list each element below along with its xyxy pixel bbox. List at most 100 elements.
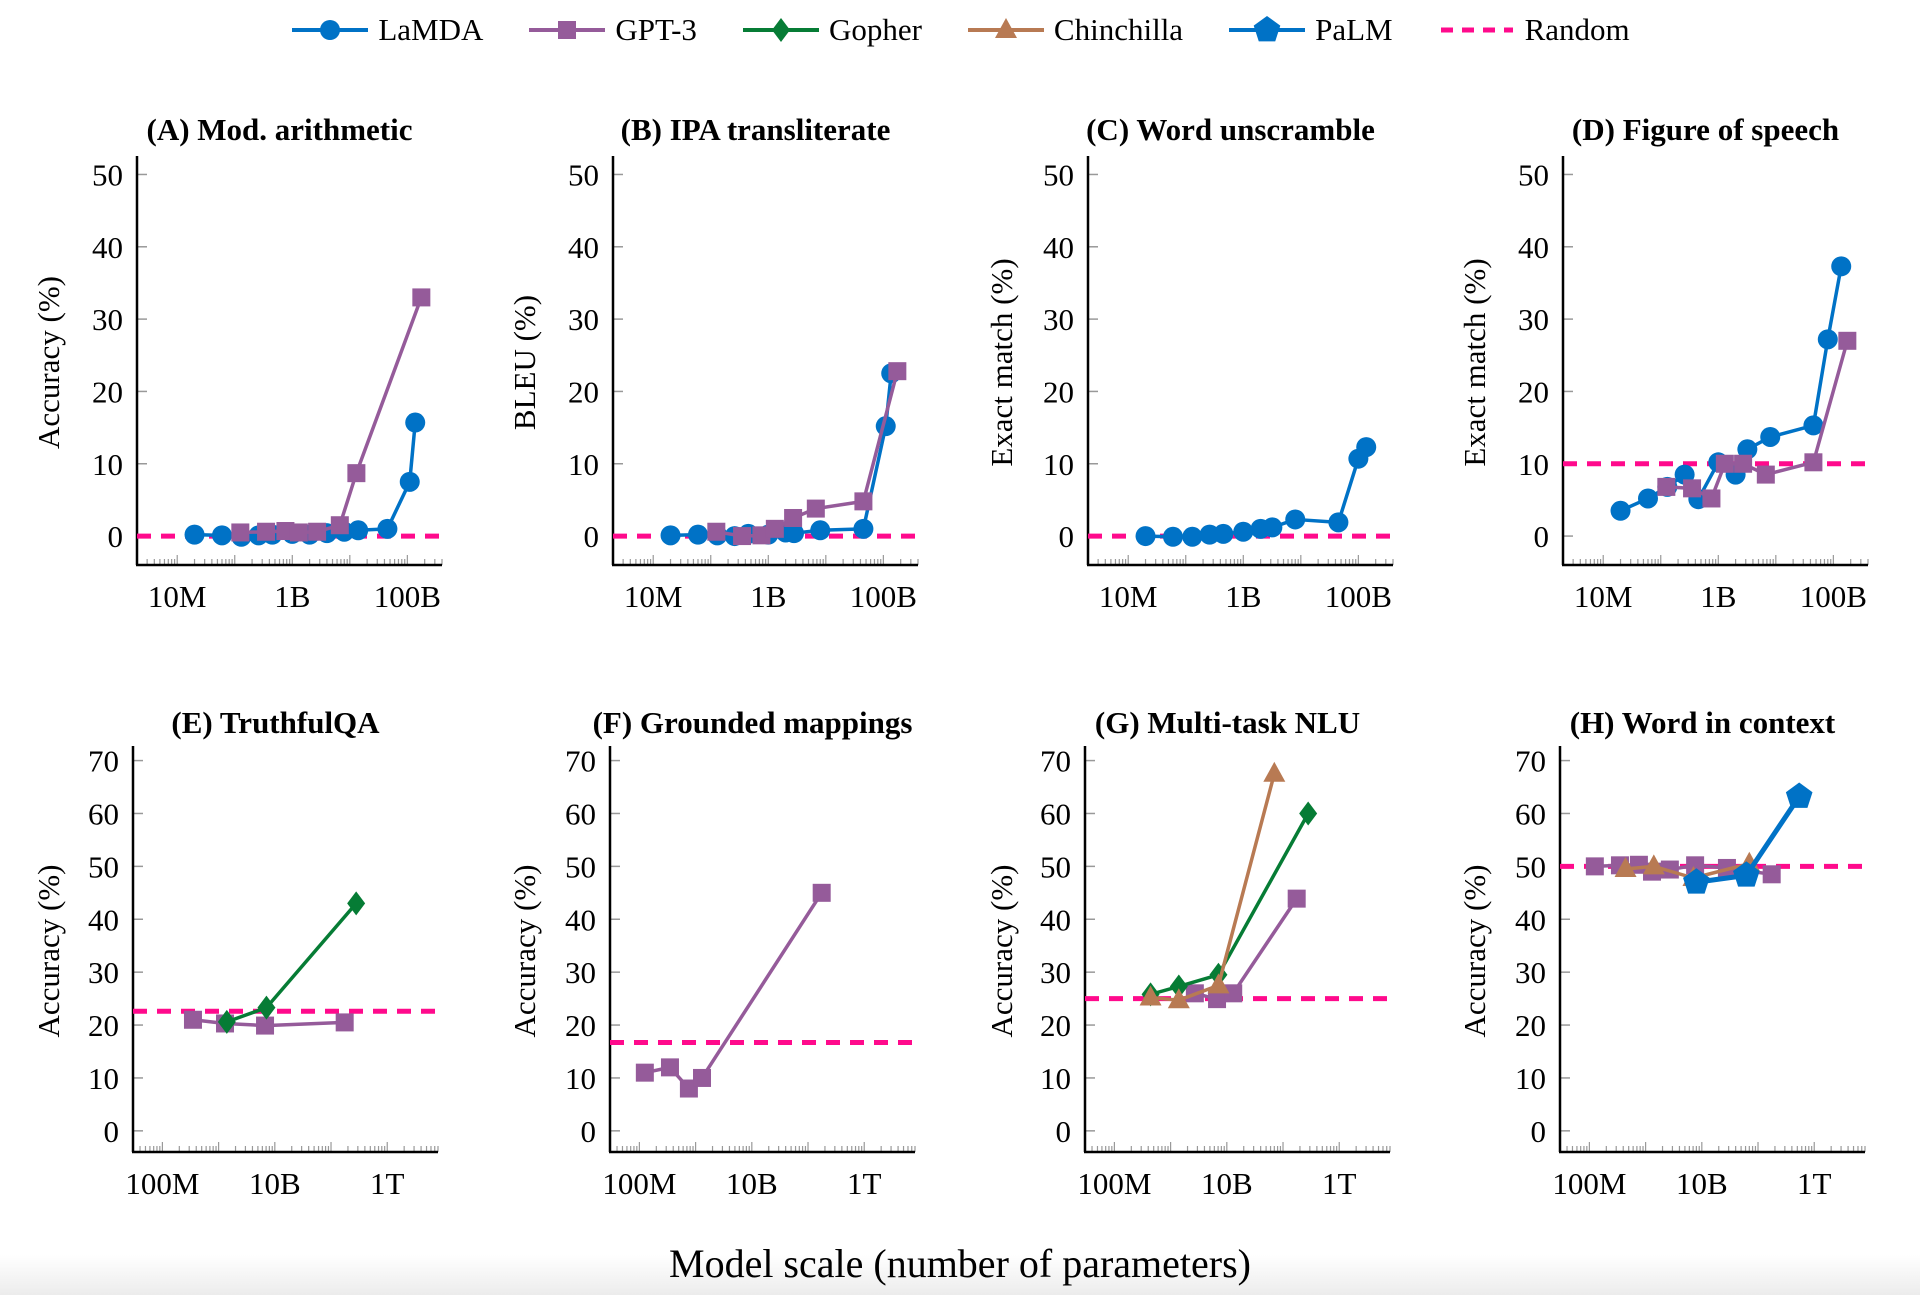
y-tick-label: 30: [1043, 302, 1074, 337]
data-point: [812, 883, 831, 902]
data-point: [635, 1063, 654, 1082]
series-line: [670, 373, 893, 538]
y-tick-label: 60: [1040, 796, 1071, 831]
y-tick-label: 50: [1518, 157, 1549, 192]
y-tick-label: 20: [1518, 374, 1549, 409]
data-point: [1756, 465, 1775, 484]
y-tick-label: 0: [104, 1114, 120, 1149]
y-tick-label: 30: [1518, 302, 1549, 337]
y-axis-label: Accuracy (%): [31, 865, 66, 1038]
data-point: [1657, 477, 1676, 496]
y-tick-label: 20: [1515, 1008, 1546, 1043]
x-tick-label: 100B: [1325, 579, 1392, 614]
y-tick-label: 10: [1515, 1061, 1546, 1096]
figure-canvas: (A) Mod. arithmetic Accuracy (%) 0 10 20 30 40…: [31, 112, 1869, 1201]
data-point: [784, 508, 803, 527]
global-x-axis-label: Model scale (number of parameters): [669, 1241, 1251, 1286]
data-point: [1328, 512, 1349, 533]
data-point: [854, 492, 873, 511]
data-point: [1135, 526, 1156, 547]
y-tick-label: 30: [565, 955, 596, 990]
y-tick-label: 50: [88, 849, 119, 884]
data-point: [412, 288, 431, 307]
data-point: [888, 362, 907, 381]
y-tick-label: 0: [1531, 1114, 1547, 1149]
y-axis-label: Accuracy (%): [507, 865, 542, 1038]
y-tick-label: 50: [568, 157, 599, 192]
x-tick-label: 10M: [1099, 579, 1158, 614]
panel-title: (E) TruthfulQA: [171, 705, 380, 740]
data-point: [806, 499, 825, 518]
data-point: [231, 523, 250, 542]
data-point: [377, 518, 398, 539]
series-line: [226, 902, 358, 1024]
panel-d-figure-of-speech: (D) Figure of speech Exact match (%) 0 10 20…: [1457, 112, 1869, 614]
panel-h-word-in-context: (H) Word in context Accuracy (%) 0 10 20 30 40…: [1457, 705, 1866, 1201]
data-point: [1182, 526, 1203, 547]
data-point: [1585, 857, 1604, 876]
y-tick-label: 50: [92, 157, 123, 192]
series-line: [1150, 812, 1310, 997]
series-gpt-3: [1657, 331, 1857, 508]
data-point: [1804, 453, 1823, 472]
y-tick-label: 10: [568, 447, 599, 482]
data-point: [1263, 761, 1286, 782]
panel-title: (C) Word unscramble: [1086, 112, 1375, 147]
x-tick-label: 1T: [847, 1166, 882, 1201]
x-tick-label: 100B: [1800, 579, 1867, 614]
panel-title: (F) Grounded mappings: [593, 705, 913, 740]
x-tick-label: 1B: [274, 579, 310, 614]
data-point: [1702, 489, 1721, 508]
data-point: [256, 1016, 275, 1035]
data-point: [347, 464, 366, 483]
data-point: [1233, 521, 1254, 542]
x-tick-label: 10M: [1574, 579, 1633, 614]
data-point: [733, 527, 752, 546]
data-point: [348, 520, 369, 541]
x-tick-label: 1T: [370, 1166, 405, 1201]
data-point: [211, 525, 232, 546]
y-tick-label: 40: [1515, 902, 1546, 937]
series-line: [1194, 897, 1299, 1001]
series-line: [194, 422, 417, 539]
y-tick-label: 20: [92, 374, 123, 409]
data-point: [765, 519, 784, 538]
y-tick-label: 70: [88, 744, 119, 779]
y-tick-label: 0: [108, 519, 124, 554]
y-tick-label: 50: [1515, 849, 1546, 884]
y-tick-label: 40: [1040, 902, 1071, 937]
y-tick-label: 20: [568, 374, 599, 409]
data-point: [330, 516, 349, 535]
panel-g-multi-task-nlu: (G) Multi-task NLU Accuracy (%) 0 10 20 30 40 5…: [984, 705, 1391, 1201]
data-point: [1213, 523, 1234, 544]
x-tick-label: 10B: [249, 1166, 301, 1201]
y-axis-label: Exact match (%): [1457, 258, 1492, 466]
data-point: [1285, 509, 1306, 530]
x-tick-label: 100B: [850, 579, 917, 614]
data-point: [1610, 500, 1631, 521]
y-tick-label: 30: [92, 302, 123, 337]
data-point: [1683, 479, 1702, 498]
series-lamda: [1135, 437, 1377, 547]
y-tick-label: 60: [565, 796, 596, 831]
panel-title: (B) IPA transliterate: [621, 112, 891, 147]
x-tick-label: 10B: [1201, 1166, 1253, 1201]
x-tick-label: 1B: [1700, 579, 1736, 614]
data-point: [693, 1068, 712, 1087]
x-tick-label: 10B: [726, 1166, 778, 1201]
data-point: [1838, 331, 1857, 350]
data-point: [660, 525, 681, 546]
data-point: [707, 522, 726, 541]
panel-title: (A) Mod. arithmetic: [147, 112, 413, 147]
x-tick-label: 1T: [1322, 1166, 1357, 1201]
panel-title: (H) Word in context: [1570, 705, 1836, 740]
y-tick-label: 10: [1043, 447, 1074, 482]
y-tick-label: 70: [1515, 744, 1546, 779]
data-point: [257, 522, 276, 541]
data-point: [1762, 865, 1781, 884]
y-tick-label: 30: [1040, 955, 1071, 990]
y-tick-label: 30: [568, 302, 599, 337]
y-axis-label: BLEU (%): [507, 295, 542, 430]
y-tick-label: 10: [565, 1061, 596, 1096]
series-line: [1150, 773, 1277, 1002]
